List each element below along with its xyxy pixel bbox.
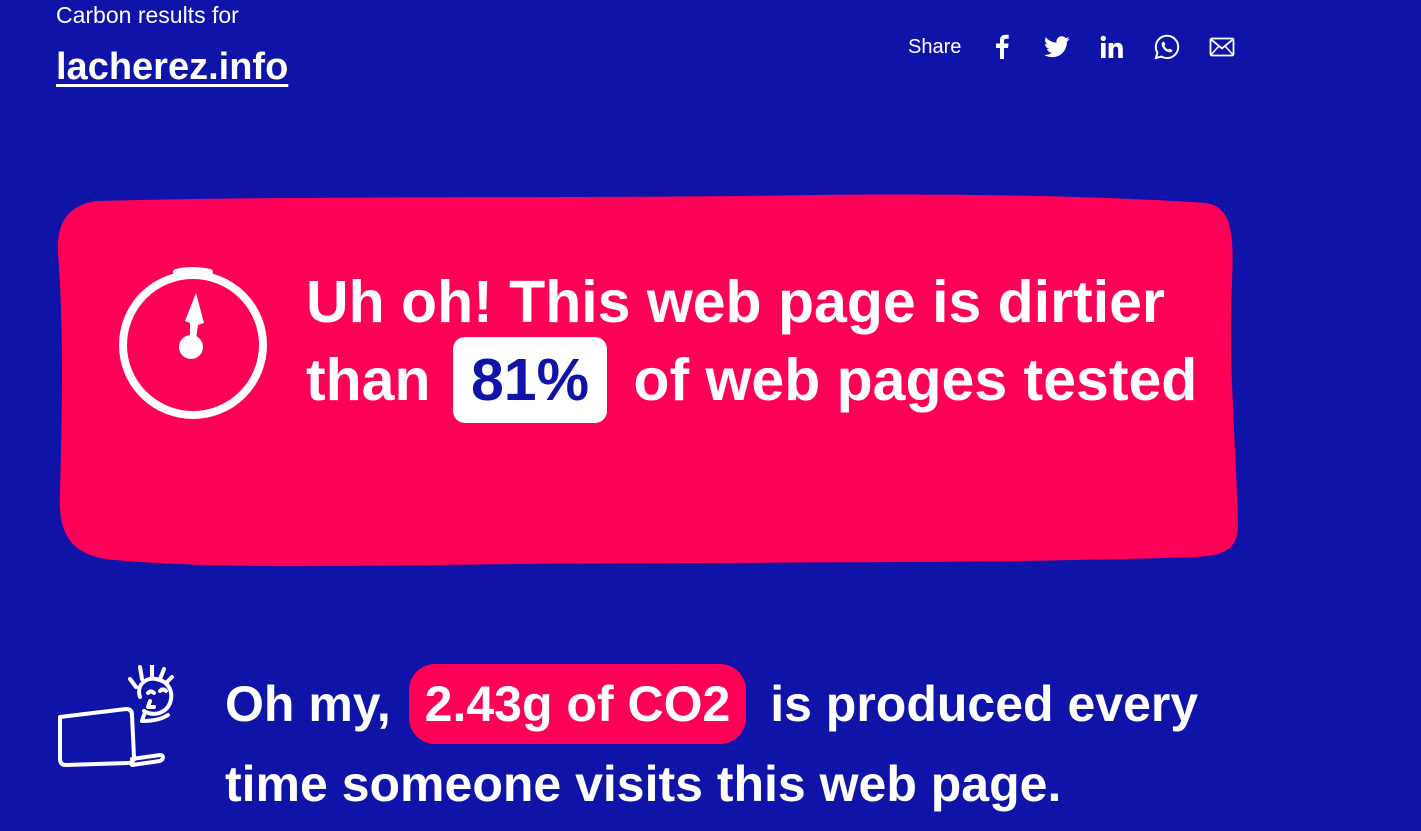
- linkedin-icon: [1100, 35, 1124, 58]
- whatsapp-icon: [1154, 34, 1180, 60]
- share-linkedin-button[interactable]: [1097, 32, 1127, 62]
- co2-section: Oh my, 2.43g of CO2 is produced every ti…: [56, 660, 1256, 820]
- site-link[interactable]: lacherez.info: [56, 44, 288, 90]
- result-message: Uh oh! This web page is dirtier than 81%…: [306, 263, 1206, 427]
- facebook-icon: [996, 34, 1010, 59]
- twitter-icon: [1044, 36, 1070, 58]
- result-card: Uh oh! This web page is dirtier than 81%…: [56, 193, 1238, 567]
- share-label: Share: [908, 35, 962, 58]
- share-whatsapp-button[interactable]: [1152, 32, 1182, 62]
- person-laptop-illustration: [58, 665, 174, 767]
- gauge-icon: [119, 267, 267, 419]
- share-bar: Share: [908, 30, 1262, 64]
- co2-message: Oh my, 2.43g of CO2 is produced every ti…: [225, 664, 1255, 820]
- share-twitter-button[interactable]: [1042, 32, 1072, 62]
- results-page: Carbon results for lacherez.info Share U…: [0, 0, 1421, 831]
- percentage-badge: 81%: [452, 337, 608, 424]
- result-text-after: of web pages tested: [617, 347, 1198, 413]
- results-intro: Carbon results for: [56, 2, 239, 28]
- co2-text-prefix: Oh my,: [225, 676, 405, 733]
- co2-amount-badge: 2.43g of CO2: [408, 664, 747, 744]
- mail-icon: [1209, 37, 1235, 57]
- share-facebook-button[interactable]: [987, 32, 1017, 62]
- share-email-button[interactable]: [1207, 32, 1237, 62]
